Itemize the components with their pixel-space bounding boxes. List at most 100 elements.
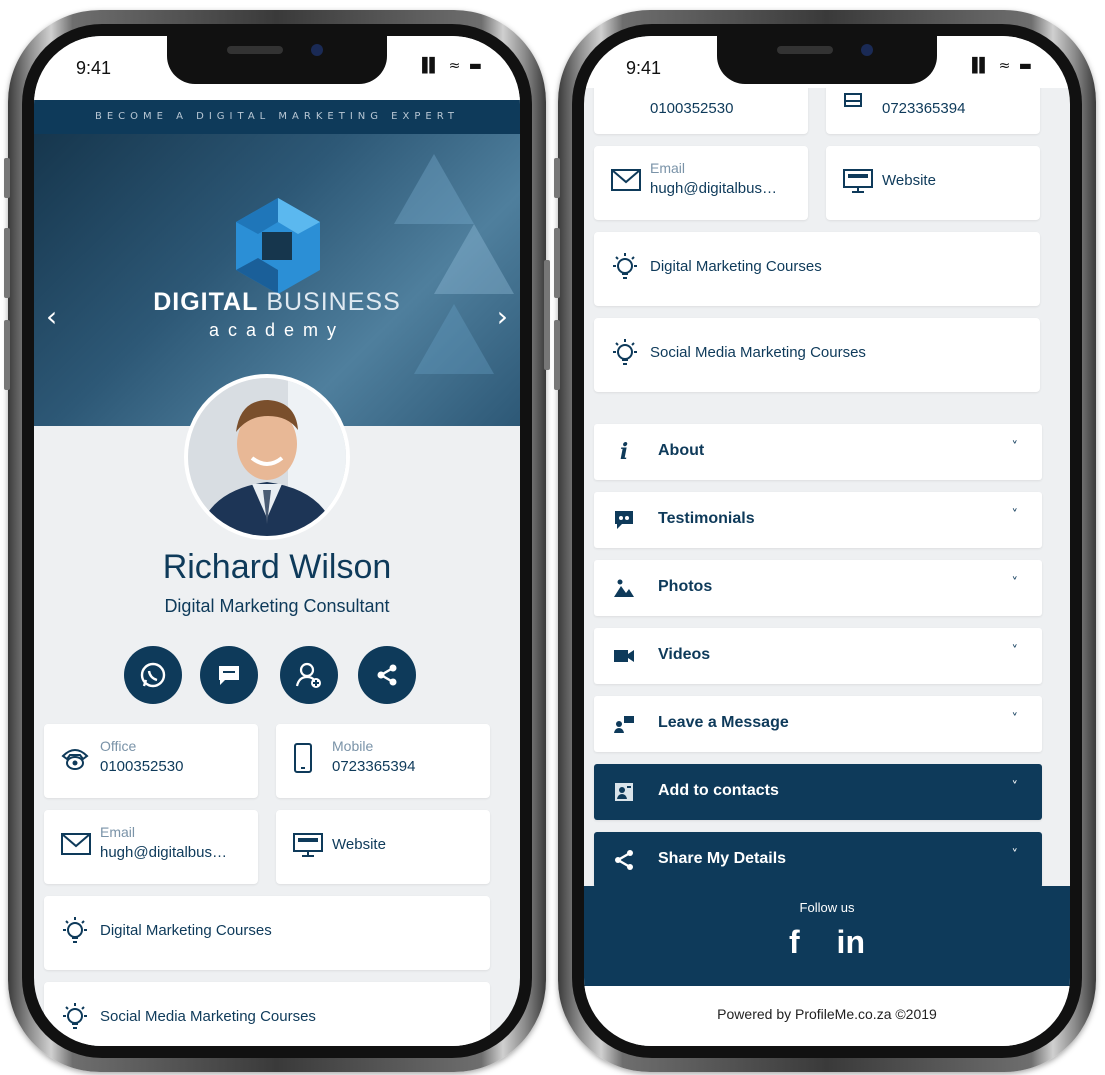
testimonial-icon [615, 511, 633, 529]
camera-icon [311, 44, 323, 56]
mobile-phone-icon [844, 93, 862, 107]
link-label-2: Social Media Marketing Courses [100, 1008, 316, 1025]
accordion-add-contacts[interactable]: Add to contacts ˅ [594, 764, 1042, 820]
website-label: Website [882, 172, 936, 189]
email-label: Email [100, 824, 136, 840]
linkedin-icon[interactable]: in [837, 924, 865, 961]
right-phone: 9:41 ▐▌ ≈ ▬ 0100352530 0723365394 Email … [554, 10, 1096, 1072]
office-value: 0100352530 [650, 100, 734, 117]
accordion-label: Testimonials [658, 510, 755, 527]
chevron-down-icon: ˅ [1011, 848, 1019, 863]
add-contact-button[interactable] [280, 646, 338, 704]
office-value: 0100352530 [100, 758, 184, 775]
logo-hexagon-icon [236, 198, 320, 294]
accordion-testimonials[interactable]: Testimonials ˅ [594, 492, 1042, 548]
chevron-down-icon: ˅ [1011, 712, 1019, 727]
volume-down-button [554, 320, 560, 390]
email-card[interactable]: Email hugh@digitalbus… [594, 146, 808, 220]
email-card[interactable]: Email hugh@digitalbus… [44, 810, 258, 884]
chevron-down-icon: ˅ [1011, 644, 1019, 659]
mobile-value: 0723365394 [332, 758, 416, 775]
accordion-label: Videos [658, 646, 711, 663]
share-button[interactable] [358, 646, 416, 704]
lightbulb-icon [63, 917, 87, 943]
info-icon: i [619, 439, 629, 465]
accordion-leave-message[interactable]: Leave a Message ˅ [594, 696, 1042, 752]
accordion-label: Add to contacts [658, 782, 779, 799]
status-icons: ▐▌ ≈ ▬ [416, 58, 484, 74]
carousel-next-button[interactable]: › [497, 300, 508, 333]
social-icons: f in [584, 924, 1070, 961]
link-card-1[interactable]: Digital Marketing Courses [44, 896, 490, 970]
link-card-2[interactable]: Social Media Marketing Courses [594, 318, 1040, 392]
mobile-label: Mobile [332, 738, 374, 754]
envelope-icon [611, 169, 641, 191]
link-card-2[interactable]: Social Media Marketing Courses [44, 982, 490, 1046]
facebook-icon[interactable]: f [789, 924, 800, 961]
left-screen: 9:41 ▐▌ ≈ ▬ BECOME A DIGITAL MARKETING E… [34, 36, 520, 1046]
telephone-icon [61, 749, 89, 770]
office-card[interactable]: Office 0100352530 [44, 724, 258, 798]
office-label: Office [100, 738, 137, 754]
right-screen: 9:41 ▐▌ ≈ ▬ 0100352530 0723365394 Email … [584, 36, 1070, 1046]
accordion-videos[interactable]: Videos ˅ [594, 628, 1042, 684]
follow-us-label: Follow us [799, 900, 855, 915]
profile-name: Richard Wilson [162, 548, 392, 586]
accordion-label: Leave a Message [658, 714, 789, 731]
logo-title: DIGITAL BUSINESS [34, 288, 520, 317]
accordion-label: Share My Details [658, 850, 787, 867]
mobile-value: 0723365394 [882, 100, 966, 117]
link-label-1: Digital Marketing Courses [650, 258, 822, 275]
footer: Powered by ProfileMe.co.za ©2019 [584, 986, 1070, 1046]
speaker [777, 46, 833, 54]
mute-switch [4, 158, 10, 198]
chevron-down-icon: ˅ [1011, 780, 1019, 795]
volume-down-button [4, 320, 10, 390]
accordion-photos[interactable]: Photos ˅ [594, 560, 1042, 616]
video-icon [614, 650, 634, 662]
volume-up-button [4, 228, 10, 298]
logo-subtitle: academy [208, 320, 346, 340]
status-time: 9:41 [76, 58, 112, 78]
follow-us-section: Follow us f in [584, 886, 1070, 986]
camera-icon [861, 44, 873, 56]
accordion-label: Photos [658, 578, 713, 595]
photos-icon [614, 579, 634, 597]
accordion-about[interactable]: i About ˅ [594, 424, 1042, 480]
message-icon [219, 666, 239, 685]
notch [167, 36, 387, 84]
message-button[interactable] [200, 646, 258, 704]
share-icon [377, 664, 397, 686]
email-value: hugh@digitalbus… [100, 844, 227, 861]
link-card-1[interactable]: Digital Marketing Courses [594, 232, 1040, 306]
accordion-label: About [658, 442, 705, 459]
link-label-1: Digital Marketing Courses [100, 922, 272, 939]
chevron-down-icon: ˅ [1011, 508, 1019, 523]
lightbulb-icon [613, 253, 637, 279]
speaker [227, 46, 283, 54]
whatsapp-button[interactable] [124, 646, 182, 704]
carousel-prev-button[interactable]: ‹ [46, 300, 57, 333]
logo-title-light: BUSINESS [258, 288, 401, 316]
whatsapp-icon [140, 662, 166, 688]
status-time: 9:41 [626, 58, 662, 78]
mobile-card[interactable]: Mobile 0723365394 [276, 724, 490, 798]
profile-role: Digital Marketing Consultant [164, 596, 390, 616]
status-icons: ▐▌ ≈ ▬ [966, 58, 1034, 74]
action-bar [124, 646, 424, 704]
accordion-share-details[interactable]: Share My Details ˅ [594, 832, 1042, 888]
chevron-down-icon: ˅ [1011, 576, 1019, 591]
website-card[interactable]: Website [276, 810, 490, 884]
mute-switch [554, 158, 560, 198]
envelope-icon [61, 833, 91, 855]
contact-card-icon [615, 783, 633, 801]
avatar-image [188, 378, 346, 536]
link-label-2: Social Media Marketing Courses [650, 344, 866, 361]
decor-triangle [434, 224, 514, 294]
website-card[interactable]: Website [826, 146, 1040, 220]
volume-up-button [554, 228, 560, 298]
share-icon [615, 850, 633, 870]
banner-strip: BECOME A DIGITAL MARKETING EXPERT [34, 100, 520, 134]
mobile-phone-icon [294, 743, 312, 773]
website-icon [843, 169, 873, 193]
